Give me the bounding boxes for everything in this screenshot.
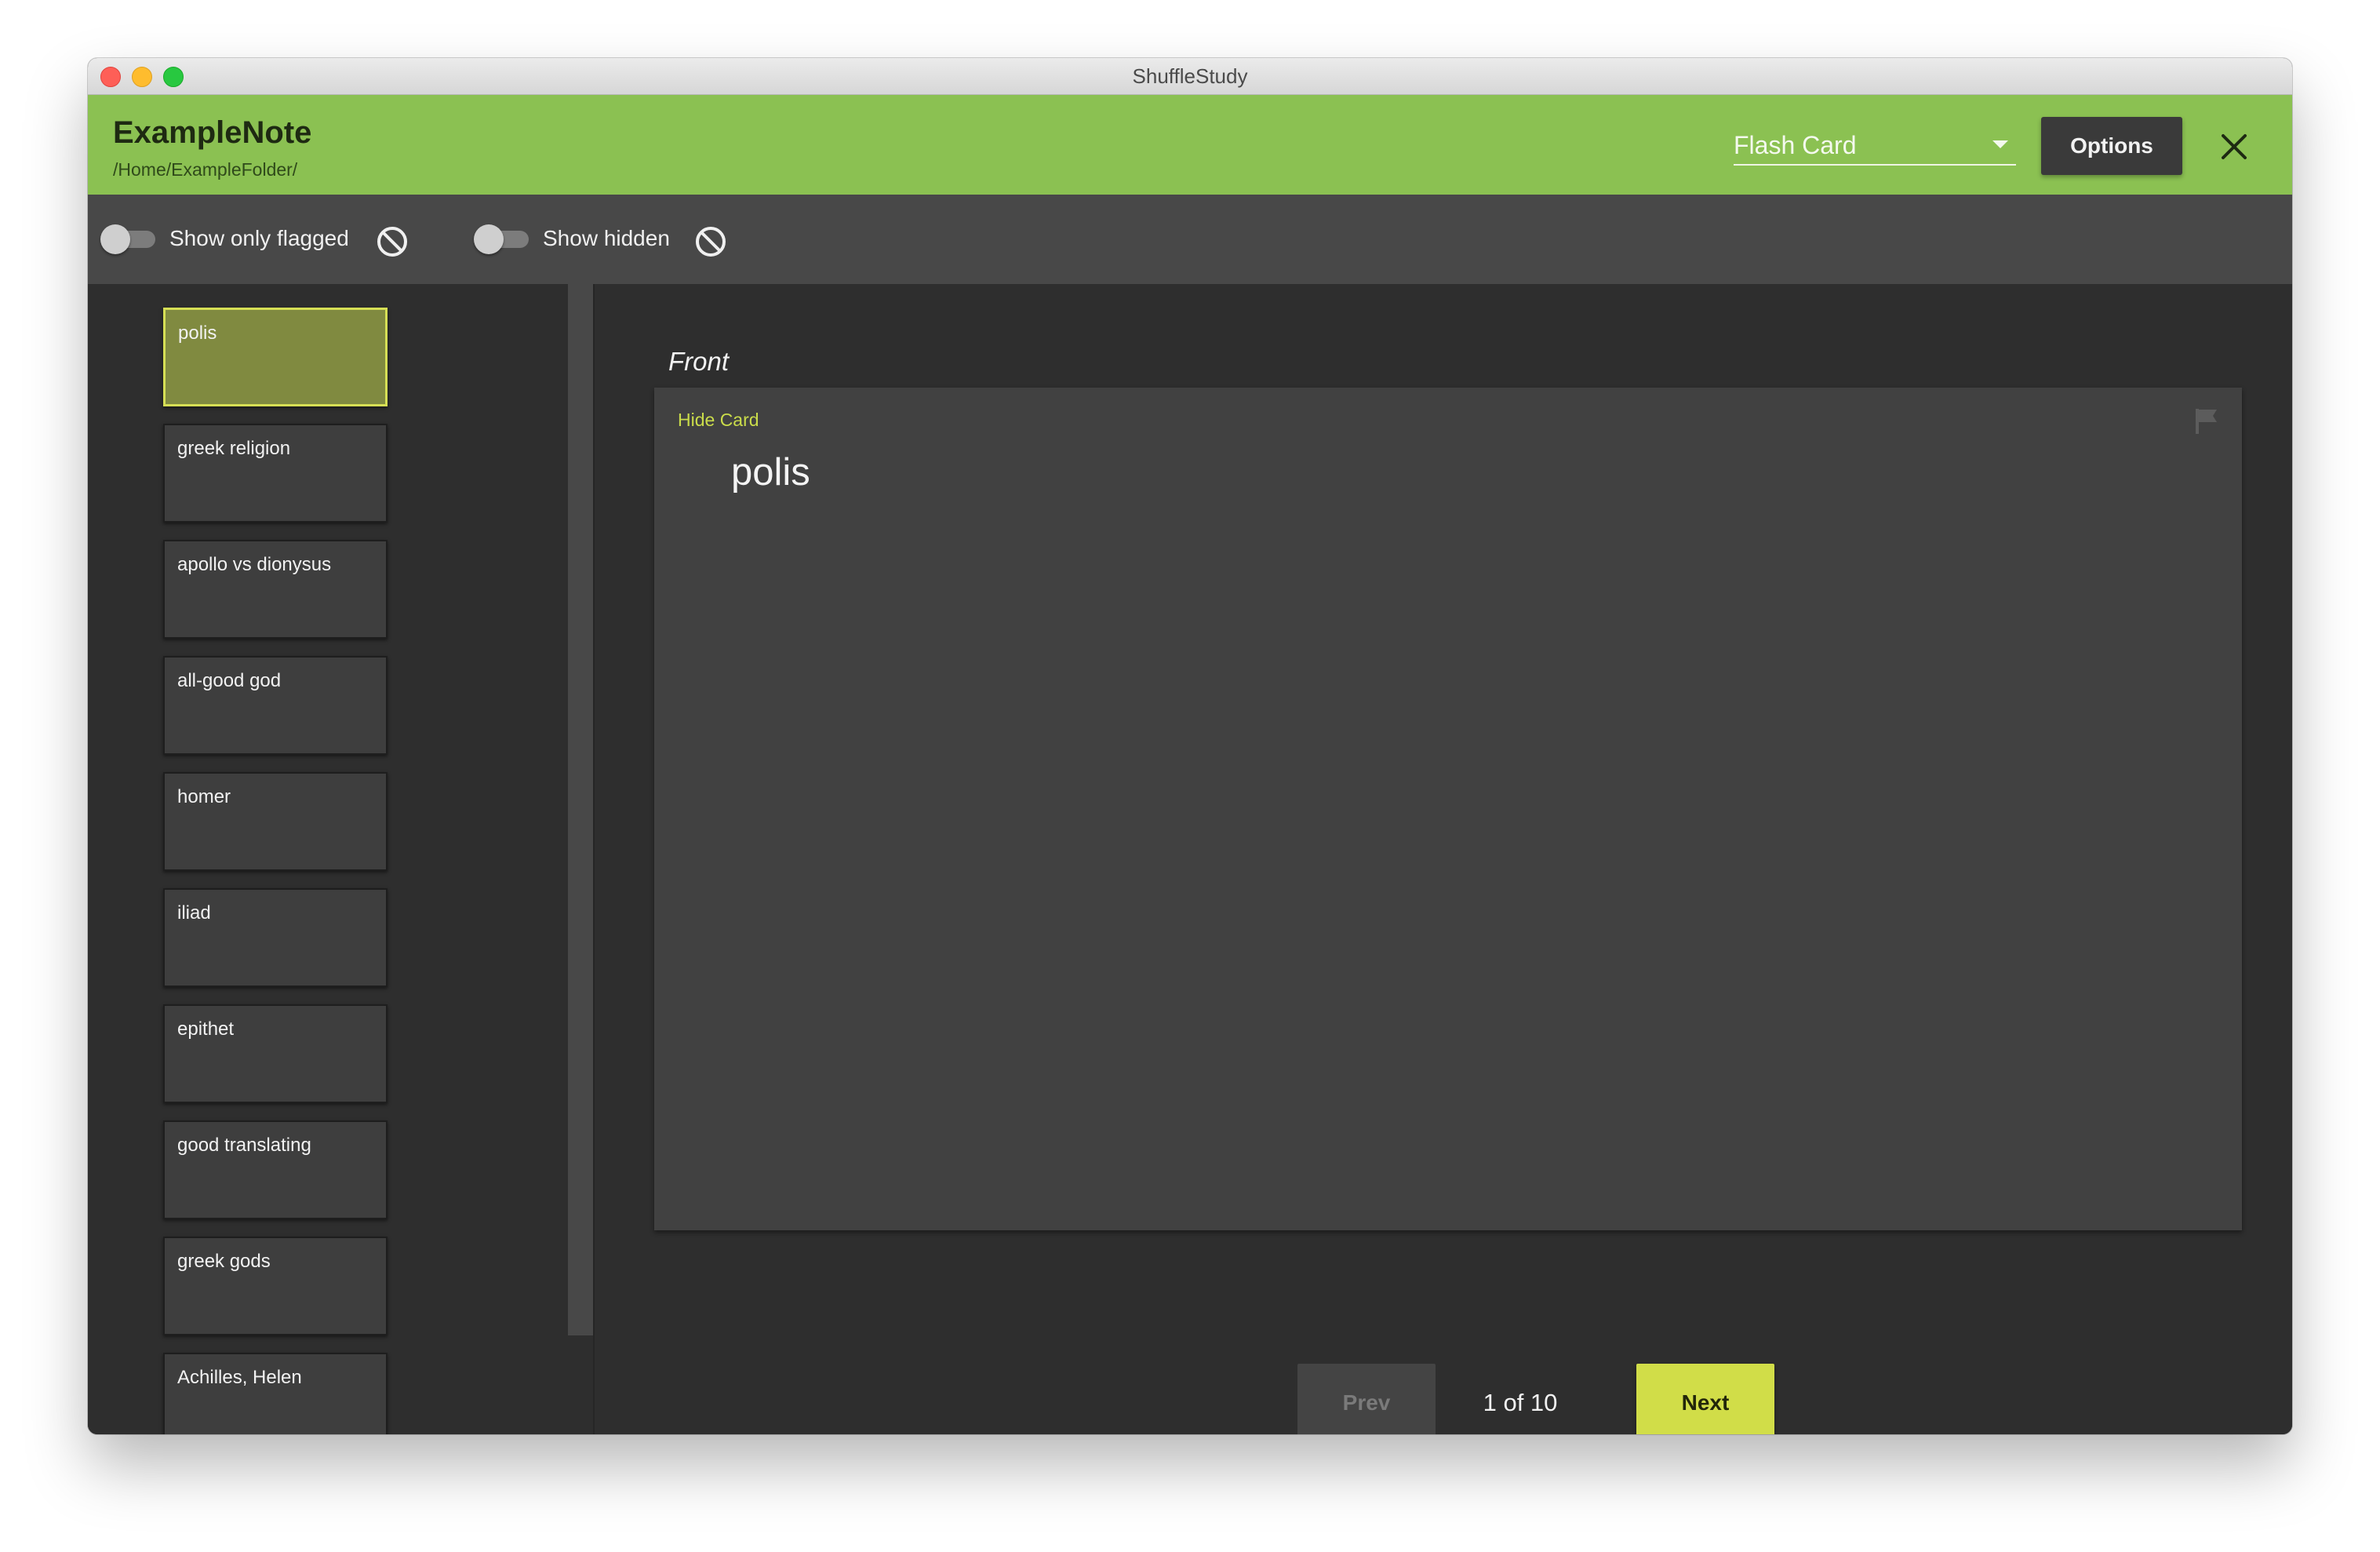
card-list-item[interactable]: epithet bbox=[163, 1004, 388, 1103]
show-hidden-label: Show hidden bbox=[543, 226, 670, 250]
prev-button[interactable]: Prev bbox=[1297, 1364, 1436, 1434]
card-list-item-label: greek gods bbox=[177, 1251, 271, 1272]
mode-select[interactable]: Flash Card bbox=[1734, 117, 2016, 166]
card-side-label: Front bbox=[668, 347, 730, 376]
hide-card-link[interactable]: Hide Card bbox=[678, 410, 759, 431]
block-icon[interactable] bbox=[693, 224, 728, 259]
chevron-down-icon bbox=[1992, 140, 2008, 148]
card-list-item-label: good translating bbox=[177, 1135, 311, 1156]
flash-card[interactable]: Hide Card polis bbox=[654, 388, 2242, 1230]
card-list-item[interactable]: greek religion bbox=[163, 424, 388, 523]
note-path: /Home/ExampleFolder/ bbox=[113, 159, 298, 180]
card-list-item[interactable]: apollo vs dionysus bbox=[163, 540, 388, 639]
card-list-item-label: epithet bbox=[177, 1018, 235, 1040]
card-list-item[interactable]: polis bbox=[163, 308, 388, 406]
show-hidden-toggle[interactable] bbox=[474, 224, 529, 254]
card-text: polis bbox=[731, 451, 810, 494]
card-list: polis greek religion apollo vs dionysus all… bbox=[163, 308, 388, 1434]
card-list-item-label: Achilles, Helen bbox=[177, 1367, 302, 1388]
card-list-sidebar: polis greek religion apollo vs dionysus all… bbox=[88, 284, 593, 1434]
card-list-item[interactable]: Achilles, Helen bbox=[163, 1353, 388, 1434]
card-list-item-label: iliad bbox=[177, 902, 211, 924]
flag-icon[interactable] bbox=[2193, 406, 2220, 435]
card-list-item-label: greek religion bbox=[177, 438, 291, 459]
sidebar-scrollbar[interactable] bbox=[568, 284, 593, 1335]
card-list-item-label: all-good god bbox=[177, 670, 282, 691]
show-flagged-label: Show only flagged bbox=[169, 226, 349, 250]
filter-bar: Show only flagged Show hidden bbox=[88, 195, 2292, 284]
card-list-item[interactable]: all-good god bbox=[163, 656, 388, 755]
app-window: ShuffleStudy ExampleNote /Home/ExampleFo… bbox=[88, 58, 2292, 1434]
card-list-item[interactable]: good translating bbox=[163, 1120, 388, 1219]
mode-select-value: Flash Card bbox=[1734, 131, 1857, 159]
app-header: ExampleNote /Home/ExampleFolder/ Flash C… bbox=[88, 95, 2292, 195]
close-icon[interactable] bbox=[2217, 129, 2251, 164]
card-list-item-label: homer bbox=[177, 786, 231, 807]
show-flagged-toggle[interactable] bbox=[100, 224, 155, 254]
main-panel: Front Hide Card polis Prev 1 of 10 Next bbox=[595, 284, 2292, 1434]
options-button[interactable]: Options bbox=[2041, 117, 2182, 175]
window-title: ShuffleStudy bbox=[1132, 64, 1248, 88]
card-list-item[interactable]: greek gods bbox=[163, 1237, 388, 1335]
title-bar: ShuffleStudy bbox=[88, 58, 2292, 95]
card-list-item-label: polis bbox=[178, 322, 217, 344]
next-button[interactable]: Next bbox=[1636, 1364, 1774, 1434]
card-list-item[interactable]: homer bbox=[163, 772, 388, 871]
block-icon[interactable] bbox=[375, 224, 409, 259]
card-list-item[interactable]: iliad bbox=[163, 888, 388, 987]
card-list-item-label: apollo vs dionysus bbox=[177, 554, 332, 575]
note-title: ExampleNote bbox=[113, 115, 312, 150]
page-indicator: 1 of 10 bbox=[1483, 1389, 1558, 1416]
